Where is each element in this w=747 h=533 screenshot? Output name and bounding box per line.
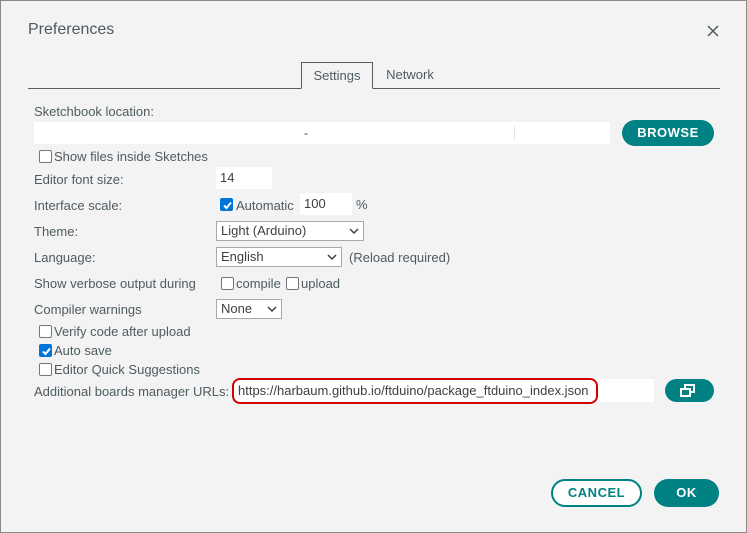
editor-font-size-input[interactable]: 14 [216, 167, 272, 189]
tab-divider [28, 88, 720, 89]
language-label: Language: [34, 250, 96, 265]
quick-suggestions-label: Editor Quick Suggestions [54, 362, 200, 377]
quick-suggestions-checkbox[interactable] [39, 363, 52, 376]
language-value: English [221, 249, 264, 264]
sketchbook-location-label: Sketchbook location: [34, 104, 154, 119]
upload-label: upload [301, 276, 341, 291]
upload-checkbox[interactable] [286, 277, 299, 290]
sketchbook-location-input[interactable]: - [34, 122, 610, 144]
tab-settings[interactable]: Settings [301, 62, 373, 89]
ok-button[interactable]: OK [654, 479, 719, 507]
theme-value: Light (Arduino) [221, 223, 307, 238]
dialog-title: Preferences [28, 21, 115, 38]
theme-select[interactable]: Light (Arduino) [216, 221, 364, 241]
show-files-checkbox[interactable] [39, 150, 52, 163]
show-files-label: Show files inside Sketches [54, 149, 208, 164]
preferences-dialog: Preferences Settings Network Sketchbook … [0, 0, 747, 533]
close-icon[interactable] [703, 21, 723, 41]
verbose-output-label: Show verbose output during [34, 276, 196, 291]
chevron-down-icon [267, 306, 277, 313]
chevron-down-icon [349, 228, 359, 235]
interface-scale-input[interactable]: 100 [300, 193, 352, 215]
browse-button[interactable]: BROWSE [622, 120, 714, 146]
cursor-mark: - [304, 126, 308, 140]
language-select[interactable]: English [216, 247, 342, 267]
theme-label: Theme: [34, 224, 79, 239]
automatic-checkbox[interactable] [220, 198, 233, 211]
open-window-button[interactable] [665, 379, 714, 402]
url-highlight-annotation [232, 378, 598, 404]
verify-after-upload-checkbox[interactable] [39, 325, 52, 338]
percent-unit: % [356, 197, 368, 212]
auto-save-checkbox[interactable] [39, 344, 52, 357]
verify-after-upload-label: Verify code after upload [54, 324, 191, 339]
compiler-warnings-value: None [221, 301, 253, 316]
open-window-icon [680, 384, 695, 397]
chevron-down-icon [327, 254, 337, 261]
boards-urls-label: Additional boards manager URLs: [34, 384, 230, 399]
auto-save-label: Auto save [54, 343, 112, 358]
compile-checkbox[interactable] [221, 277, 234, 290]
cancel-button[interactable]: CANCEL [551, 479, 642, 507]
tab-network[interactable]: Network [379, 62, 441, 88]
automatic-label: Automatic [236, 198, 294, 213]
interface-scale-label: Interface scale: [34, 198, 123, 213]
editor-font-size-label: Editor font size: [34, 172, 124, 187]
compile-label: compile [236, 276, 281, 291]
input-divider [514, 126, 515, 140]
compiler-warnings-label: Compiler warnings [34, 302, 142, 317]
reload-required-note: (Reload required) [349, 250, 451, 265]
compiler-warnings-select[interactable]: None [216, 299, 282, 319]
